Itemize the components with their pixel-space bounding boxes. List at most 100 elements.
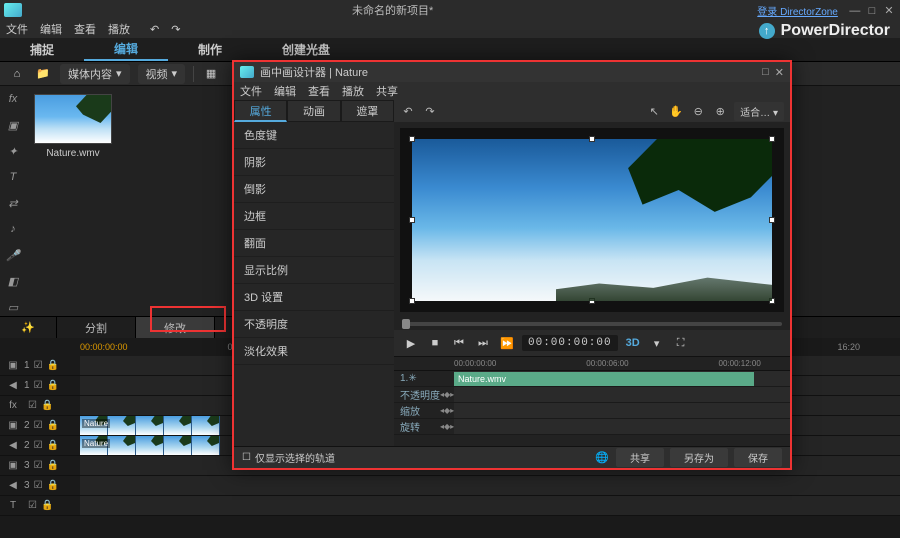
resize-handle[interactable]: [409, 136, 415, 142]
ltab-attributes[interactable]: 属性: [234, 100, 287, 122]
track-header[interactable]: ◀ 3 ☑ 🔒: [0, 480, 80, 491]
grid-view-icon[interactable]: ▦: [202, 65, 220, 83]
prop-item-3[interactable]: 边框: [234, 203, 394, 230]
title-tool-icon[interactable]: T: [4, 168, 22, 186]
3d-button[interactable]: 3D: [624, 334, 642, 352]
prop-item-1[interactable]: 阴影: [234, 149, 394, 176]
fx-tool-icon[interactable]: fx: [4, 90, 22, 108]
dlg-menu-play[interactable]: 播放: [342, 83, 364, 99]
import-icon[interactable]: 📁: [34, 65, 52, 83]
track-header[interactable]: ▣ 3 ☑ 🔒: [0, 460, 80, 471]
resize-handle[interactable]: [409, 217, 415, 223]
hand-tool-icon[interactable]: ✋: [668, 103, 684, 119]
minimize-button[interactable]: —: [848, 5, 862, 17]
kf-nav-icons[interactable]: ◂◆▸: [440, 390, 454, 399]
move-tool-icon[interactable]: ↖: [646, 103, 662, 119]
kf-clip-bar[interactable]: Nature.wmv: [454, 372, 754, 386]
prop-item-7[interactable]: 不透明度: [234, 311, 394, 338]
globe-icon[interactable]: 🌐: [594, 451, 610, 464]
redo-icon[interactable]: ↷: [171, 23, 180, 36]
kf-nav-icons[interactable]: ◂◆▸: [440, 422, 454, 431]
home-icon[interactable]: ⌂: [8, 65, 26, 83]
eye-icon[interactable]: ☑: [34, 480, 43, 491]
fit-dropdown[interactable]: 适合… ▾: [734, 102, 784, 121]
eye-icon[interactable]: ☑: [34, 420, 43, 431]
dialog-close-icon[interactable]: ✕: [775, 66, 784, 79]
timeline-clip[interactable]: Nature: [80, 436, 220, 455]
menu-file[interactable]: 文件: [6, 21, 28, 37]
dlg-menu-edit[interactable]: 编辑: [274, 83, 296, 99]
scrub-knob[interactable]: [402, 319, 410, 329]
dlg-menu-file[interactable]: 文件: [240, 83, 262, 99]
kf-lane[interactable]: ◂◆▸: [454, 403, 790, 418]
preview-canvas[interactable]: [400, 128, 784, 312]
ltab-motion[interactable]: 动画: [287, 100, 340, 122]
transition-tool-icon[interactable]: ⇄: [4, 194, 22, 212]
eye-icon[interactable]: ☑: [34, 460, 43, 471]
track-header[interactable]: ▣ 2 ☑ 🔒: [0, 420, 80, 431]
menu-play[interactable]: 播放: [108, 21, 130, 37]
lock-icon[interactable]: 🔒: [47, 420, 59, 431]
eye-icon[interactable]: ☑: [28, 400, 37, 411]
voice-tool-icon[interactable]: 🎤: [4, 246, 22, 264]
resize-handle[interactable]: [769, 136, 775, 142]
lock-icon[interactable]: 🔒: [41, 400, 53, 411]
kf-nav-icons[interactable]: ◂◆▸: [440, 406, 454, 415]
audio-tool-icon[interactable]: ♪: [4, 220, 22, 238]
track-header[interactable]: ◀ 2 ☑ 🔒: [0, 440, 80, 451]
prop-item-5[interactable]: 显示比例: [234, 257, 394, 284]
lock-icon[interactable]: 🔒: [47, 460, 59, 471]
menu-view[interactable]: 查看: [74, 21, 96, 37]
resize-handle[interactable]: [409, 298, 415, 304]
mode-capture[interactable]: 捕捉: [0, 38, 84, 61]
dialog-titlebar[interactable]: 画中画设计器 | Nature □ ✕: [234, 62, 790, 82]
fast-forward-button[interactable]: ⏩: [498, 334, 516, 352]
kf-lane[interactable]: ◂◆▸: [454, 419, 790, 434]
lock-icon[interactable]: 🔒: [47, 480, 59, 491]
dlg-menu-view[interactable]: 查看: [308, 83, 330, 99]
save-button[interactable]: 保存: [734, 448, 782, 467]
eye-icon[interactable]: ☑: [34, 360, 43, 371]
track-header[interactable]: ▣ 1 ☑ 🔒: [0, 360, 80, 371]
wizard-tab-icon[interactable]: ✨: [0, 317, 57, 338]
dialog-max-icon[interactable]: □: [762, 66, 769, 79]
show-selected-only-checkbox[interactable]: ☐ 仅显示选择的轨道: [242, 450, 335, 465]
particle-tool-icon[interactable]: ✦: [4, 142, 22, 160]
close-button[interactable]: ✕: [882, 4, 896, 17]
kf-ruler[interactable]: 00:00:00:00 00:00:06:00 00:00:12:00: [394, 357, 790, 371]
modify-tab[interactable]: 修改: [136, 317, 215, 338]
resize-handle[interactable]: [589, 298, 595, 304]
mode-disc[interactable]: 创建光盘: [252, 38, 360, 61]
track-header[interactable]: T ☑ 🔒: [0, 500, 80, 511]
mode-edit[interactable]: 编辑: [84, 38, 168, 61]
prop-item-0[interactable]: 色度键: [234, 122, 394, 149]
subtitle-tool-icon[interactable]: ▭: [4, 298, 22, 316]
scrub-slider[interactable]: [402, 322, 782, 326]
share-button[interactable]: 共享: [616, 448, 664, 467]
kf-lane[interactable]: ◂◆▸: [454, 387, 790, 402]
resize-handle[interactable]: [589, 136, 595, 142]
dlg-menu-share[interactable]: 共享: [376, 83, 398, 99]
pip-frame[interactable]: [412, 139, 773, 301]
undo-icon[interactable]: ↶: [150, 23, 159, 36]
stop-button[interactable]: ■: [426, 334, 444, 352]
timecode-display[interactable]: 00:00:00:00: [522, 335, 618, 351]
eye-icon[interactable]: ☑: [34, 440, 43, 451]
3d-options-icon[interactable]: ▾: [648, 334, 666, 352]
lock-icon[interactable]: 🔒: [47, 440, 59, 451]
track-header[interactable]: ◀ 1 ☑ 🔒: [0, 380, 80, 391]
redo-icon[interactable]: ↷: [422, 103, 438, 119]
prop-item-8[interactable]: 淡化效果: [234, 338, 394, 365]
prop-item-2[interactable]: 倒影: [234, 176, 394, 203]
resize-handle[interactable]: [769, 298, 775, 304]
lock-icon[interactable]: 🔒: [47, 360, 59, 371]
menu-edit[interactable]: 编辑: [40, 21, 62, 37]
track-lane[interactable]: [80, 496, 900, 515]
zoom-out-icon[interactable]: ⊖: [690, 103, 706, 119]
fullscreen-icon[interactable]: ⛶: [672, 334, 690, 352]
media-clip[interactable]: ✔ Nature.wmv: [34, 94, 112, 159]
kf-clip-lane[interactable]: Nature.wmv: [454, 371, 790, 386]
track-lane[interactable]: [80, 476, 900, 495]
ltab-mask[interactable]: 遮罩: [341, 100, 394, 122]
mode-produce[interactable]: 制作: [168, 38, 252, 61]
